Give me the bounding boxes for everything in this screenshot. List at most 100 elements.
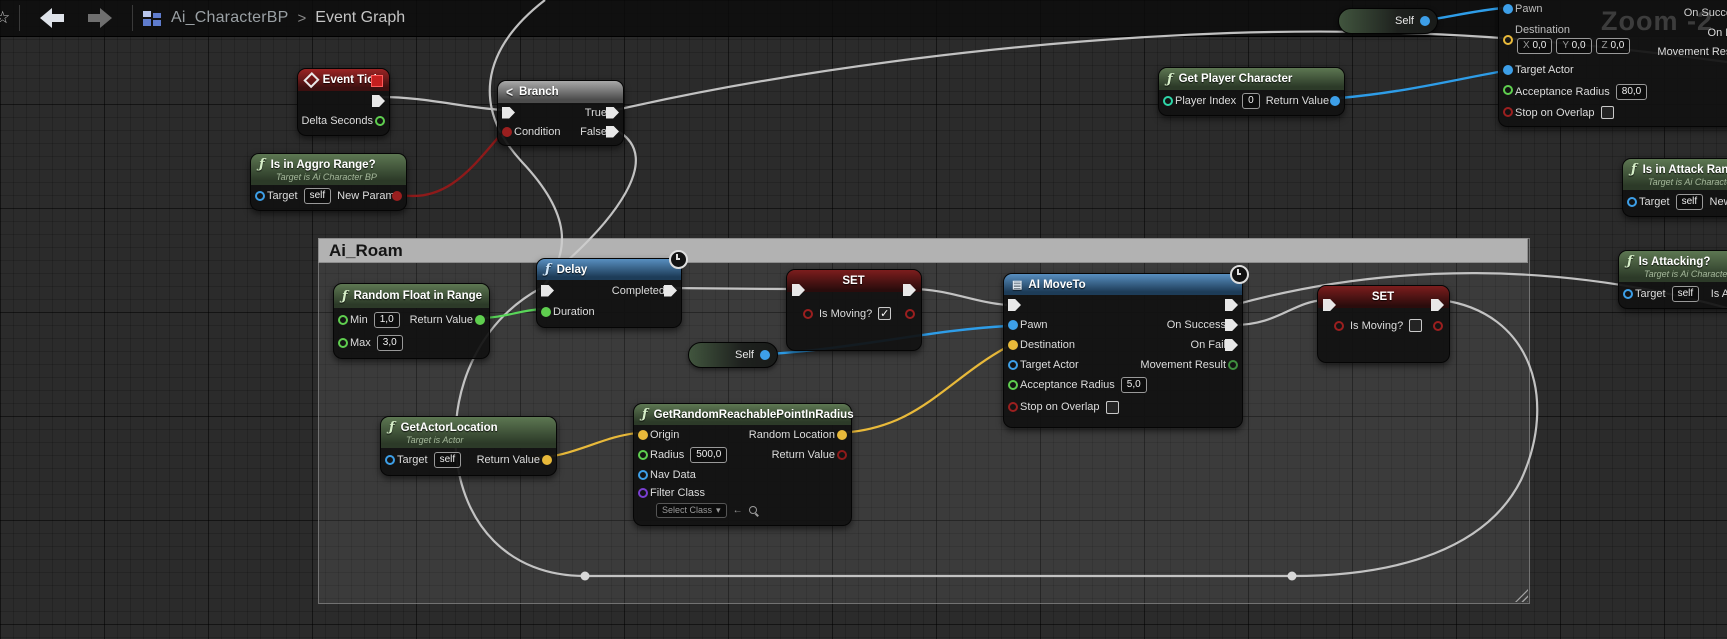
stop-on-overlap-checkbox[interactable] <box>1600 106 1614 119</box>
exec-out-pin[interactable] <box>1225 299 1238 311</box>
blueprint-event-graph-canvas[interactable]: Ai_Roam ☆ Ai_CharacterBP > Event Graph Z… <box>0 0 1727 639</box>
player-index-pin[interactable] <box>1163 96 1173 106</box>
breadcrumb-blueprint-name[interactable]: Ai_CharacterBP <box>171 9 289 27</box>
node-event-tick[interactable]: Event Tick Delta Seconds <box>297 68 390 136</box>
radius-pin[interactable] <box>638 450 648 460</box>
node-subtitle: Target is Actor <box>406 435 464 445</box>
is-moving-pin[interactable] <box>803 308 813 319</box>
node-is-in-aggro-range[interactable]: ƒ Is in Aggro Range? Target is Ai Charact… <box>250 153 407 211</box>
node-subtitle: Target is Ai Character BP <box>1648 177 1727 187</box>
node-ai-moveto-2[interactable]: Pawn Destination X 0,0 Y 0,0 Z 0,0 Targe… <box>1498 0 1727 127</box>
acceptance-radius-pin[interactable] <box>1503 85 1513 95</box>
acceptance-radius-pin[interactable] <box>1008 380 1018 390</box>
max-pin[interactable] <box>338 337 348 348</box>
node-set-is-moving-1[interactable]: SET Is Moving? ✓ <box>786 269 922 351</box>
node-set-is-moving-2[interactable]: SET Is Moving? <box>1317 285 1450 363</box>
new-param-pin[interactable] <box>392 191 402 201</box>
node-self-mid[interactable]: Self <box>688 342 778 368</box>
pin-label: On Fail <box>1190 339 1226 351</box>
return-value-pin[interactable] <box>1330 96 1340 106</box>
self-pin[interactable] <box>760 350 770 360</box>
node-title: SET <box>842 275 865 287</box>
node-get-actor-location[interactable]: ƒ GetActorLocation Target is Actor Target… <box>380 416 557 476</box>
duration-pin[interactable] <box>541 306 551 317</box>
node-branch[interactable]: < Branch True Condition False <box>497 80 624 146</box>
random-location-pin[interactable] <box>837 430 847 440</box>
target-value-field[interactable]: self <box>1675 193 1704 210</box>
stop-on-overlap-checkbox[interactable] <box>1105 400 1119 414</box>
destination-z-field[interactable]: Z 0,0 <box>1595 38 1631 54</box>
true-exec-pin[interactable] <box>606 106 619 119</box>
min-pin[interactable] <box>338 314 348 325</box>
condition-pin[interactable] <box>502 126 512 137</box>
pawn-pin[interactable] <box>1008 320 1018 330</box>
target-actor-pin[interactable] <box>1503 65 1513 75</box>
node-ai-moveto[interactable]: ▤ AI MoveTo Pawn On Success Destination O… <box>1003 265 1249 428</box>
target-value-field[interactable]: self <box>303 188 332 204</box>
is-moving-pin[interactable] <box>1334 320 1344 331</box>
return-value-pin[interactable] <box>475 314 485 325</box>
pawn-pin[interactable] <box>1503 4 1513 14</box>
is-moving-checkbox-unchecked[interactable] <box>1409 319 1423 332</box>
exec-in-pin[interactable] <box>1008 299 1021 311</box>
radius-value-field[interactable]: 500,0 <box>690 447 728 463</box>
on-success-pin[interactable] <box>1225 319 1238 331</box>
node-is-attacking[interactable]: ƒ Is Attacking? Target is Ai Character BP… <box>1618 250 1727 309</box>
pin-label: On Fail <box>1707 27 1727 39</box>
favorite-star-icon[interactable]: ☆ <box>0 8 9 28</box>
target-pin[interactable] <box>255 191 265 201</box>
false-exec-pin[interactable] <box>606 125 619 138</box>
exec-out-pin[interactable] <box>372 95 385 107</box>
target-value-field[interactable]: self <box>433 452 462 468</box>
completed-exec-pin[interactable] <box>664 284 677 297</box>
exec-in-pin[interactable] <box>502 106 515 119</box>
stop-on-overlap-pin[interactable] <box>1008 402 1018 412</box>
player-index-field[interactable]: 0 <box>1242 93 1260 109</box>
back-button[interactable] <box>38 8 68 28</box>
event-enabled-button[interactable] <box>371 75 383 87</box>
target-pin[interactable] <box>385 455 395 465</box>
value-out-pin[interactable] <box>905 309 915 319</box>
movement-result-pin[interactable] <box>1228 360 1238 370</box>
node-get-player-character[interactable]: ƒ Get Player Character Player Index 0 Ret… <box>1158 67 1345 116</box>
comment-header[interactable]: Ai_Roam <box>318 238 1528 263</box>
forward-button[interactable] <box>84 8 114 28</box>
node-random-float-in-range[interactable]: ƒ Random Float in Range Min 1,0 Return Va… <box>333 283 490 359</box>
target-pin[interactable] <box>1627 196 1637 207</box>
return-value-pin[interactable] <box>837 450 847 460</box>
node-is-in-attack-range[interactable]: ƒ Is in Attack Range? Target is Ai Charac… <box>1622 158 1727 217</box>
exec-in-pin[interactable] <box>541 284 554 297</box>
is-moving-checkbox-checked[interactable]: ✓ <box>878 307 892 320</box>
delta-seconds-pin[interactable] <box>375 116 385 126</box>
target-pin[interactable] <box>1623 288 1633 299</box>
breadcrumb-graph-name[interactable]: Event Graph <box>315 9 405 27</box>
filter-class-pin[interactable] <box>638 488 648 498</box>
max-value-field[interactable]: 3,0 <box>376 334 403 351</box>
acceptance-radius-field[interactable]: 5,0 <box>1120 377 1147 393</box>
target-actor-pin[interactable] <box>1008 360 1018 370</box>
return-value-pin[interactable] <box>542 455 552 465</box>
min-value-field[interactable]: 1,0 <box>373 311 400 328</box>
node-delay[interactable]: ƒ Delay Completed Duration <box>536 250 688 328</box>
reset-arrow-icon[interactable]: ← <box>733 505 743 516</box>
pin-label: Acceptance Radius <box>1020 379 1115 391</box>
node-get-random-reachable-point[interactable]: ƒ GetRandomReachablePointInRadius Origin … <box>633 403 854 526</box>
target-value-field[interactable]: self <box>1671 285 1700 302</box>
on-fail-pin[interactable] <box>1225 339 1238 351</box>
nav-data-pin[interactable] <box>638 470 648 480</box>
pin-label: Stop on Overlap <box>1515 106 1595 119</box>
destination-pin[interactable] <box>1008 340 1018 350</box>
comment-resize-handle[interactable] <box>1515 589 1528 602</box>
browse-magnifier-icon[interactable] <box>748 506 757 514</box>
self-pin[interactable] <box>1420 16 1430 26</box>
select-class-dropdown[interactable]: Select Class ▾ <box>656 502 727 518</box>
destination-y-field[interactable]: Y 0,0 <box>1556 38 1592 54</box>
stop-on-overlap-pin[interactable] <box>1503 107 1513 117</box>
origin-pin[interactable] <box>638 430 648 440</box>
acceptance-radius-field[interactable]: 80,0 <box>1615 84 1648 100</box>
value-out-pin[interactable] <box>1433 321 1443 331</box>
node-self-top[interactable]: Self <box>1338 8 1438 34</box>
destination-pin[interactable] <box>1503 35 1513 45</box>
destination-x-field[interactable]: X 0,0 <box>1517 38 1553 54</box>
function-icon: ƒ <box>1631 162 1637 177</box>
